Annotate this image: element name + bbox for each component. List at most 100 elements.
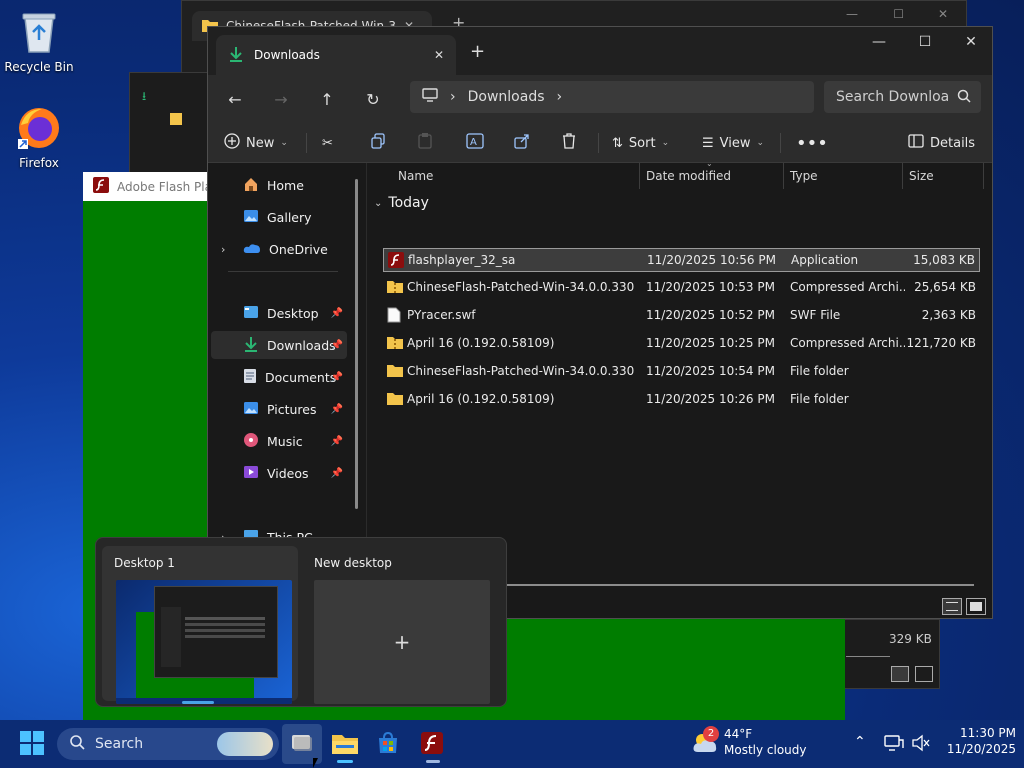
search-box[interactable]: Search Downloa [824,81,981,113]
chevron-right-icon[interactable]: › [221,243,225,256]
sort-button[interactable]: ⇅ Sort ⌄ [612,128,669,158]
details-pane-button[interactable]: Details [908,128,975,158]
navigation-bar: ← → ↑ ↻ › Downloads › Search Downloa [208,75,992,123]
sidebar-item-documents[interactable]: Documents 📌 [211,363,347,391]
pane-divider[interactable] [366,163,367,573]
onedrive-icon [243,242,261,257]
column-header-type[interactable]: Type [790,163,818,189]
breadcrumb-downloads[interactable]: Downloads [468,89,545,105]
sidebar-item-videos[interactable]: Videos 📌 [211,459,347,487]
command-bar: New ⌄ ✂ A ⇅ Sort ⌄ ☰ View ⌄ ••• Details [208,123,992,163]
group-header-today[interactable]: ⌄ Today [374,195,429,211]
horizontal-scrollbar[interactable] [504,584,974,586]
more-options-button[interactable]: ••• [796,128,828,158]
desktop-icon-recycle-bin[interactable]: Recycle Bin [1,8,77,74]
sidebar-item-desktop[interactable]: Desktop 📌 [211,299,347,327]
rename-button[interactable]: A [466,128,484,158]
file-row[interactable]: April 16 (0.192.0.58109) 11/20/2025 10:2… [383,332,980,356]
sidebar-item-music[interactable]: Music 📌 [211,427,347,455]
virtual-desktop-label: Desktop 1 [114,556,175,570]
running-indicator [426,760,440,763]
clock[interactable]: 11:30 PM 11/20/2025 [940,726,1016,762]
sidebar-item-label: Home [267,177,304,193]
copy-button[interactable] [370,128,386,158]
column-divider[interactable] [902,163,903,189]
sidebar-item-home[interactable]: Home [211,171,347,199]
column-header-name[interactable]: Name [398,163,433,189]
new-tab-icon[interactable]: + [470,41,485,62]
tab-downloads[interactable]: Downloads ✕ [216,35,456,75]
close-button[interactable]: ✕ [948,27,994,57]
file-row[interactable]: ChineseFlash-Patched-Win-34.0.0.330 11/2… [383,360,980,384]
virtual-desktop-1[interactable]: Desktop 1 [102,546,298,704]
sidebar-item-gallery[interactable]: Gallery [211,203,347,231]
network-icon[interactable] [884,734,904,755]
column-header-size[interactable]: Size [909,163,934,189]
minimize-icon[interactable]: — [846,7,858,21]
view-button[interactable]: ☰ View ⌄ [702,128,764,158]
file-row[interactable]: PYracer.swf 11/20/2025 10:52 PM SWF File… [383,304,980,328]
pin-icon[interactable]: 📌 [331,308,343,319]
taskbar-microsoft-store[interactable] [368,724,408,764]
details-view-button[interactable] [942,598,962,615]
sidebar-scrollbar[interactable] [355,179,358,509]
new-button[interactable]: New ⌄ [224,128,288,158]
add-desktop-button[interactable]: + [314,580,490,704]
refresh-button[interactable]: ↻ [350,81,396,117]
file-name: ChineseFlash-Patched-Win-34.0.0.330 [407,280,635,294]
close-icon[interactable]: ✕ [938,7,948,21]
new-desktop[interactable]: New desktop + [306,546,502,704]
pin-icon[interactable]: 📌 [331,436,343,447]
tiles-view-icon[interactable] [915,666,933,682]
pin-icon[interactable]: 📌 [331,340,343,351]
thumbnail-row [185,629,265,632]
taskbar-search[interactable]: Search [57,728,279,760]
close-tab-icon[interactable]: ✕ [434,48,444,62]
pin-icon[interactable]: 📌 [331,372,343,383]
weather-condition: Mostly cloudy [724,743,807,757]
taskbar-flash-player[interactable] [412,724,452,764]
background-explorer-window-2[interactable]: ⭳ [129,72,219,182]
address-bar[interactable]: › Downloads › [410,81,814,113]
start-button[interactable] [12,724,52,764]
maximize-icon[interactable]: ☐ [893,7,904,21]
tiles-view-button[interactable] [966,598,986,615]
mouse-cursor [313,758,323,768]
background-explorer-window-3[interactable]: 329 KB [843,619,940,689]
show-hidden-icons-chevron-up-icon[interactable]: ⌃ [854,734,866,750]
sidebar-item-downloads[interactable]: Downloads 📌 [211,331,347,359]
minimize-button[interactable]: — [856,27,902,57]
column-divider[interactable] [983,163,984,189]
column-divider[interactable] [639,163,640,189]
file-row[interactable]: ChineseFlash-Patched-Win-34.0.0.330 11/2… [383,276,980,300]
file-date: 11/20/2025 10:53 PM [646,280,775,294]
forward-button[interactable]: → [258,81,304,117]
scrollbar[interactable] [846,656,890,657]
column-divider[interactable] [783,163,784,189]
file-explorer-window[interactable]: Downloads ✕ + — ☐ ✕ ← → ↑ ↻ › Downloads … [207,26,993,619]
sidebar-item-pictures[interactable]: Pictures 📌 [211,395,347,423]
rename-icon: A [466,133,484,153]
paste-button[interactable] [418,128,432,158]
pin-icon[interactable]: 📌 [331,404,343,415]
sidebar-item-onedrive[interactable]: › OneDrive [211,235,347,263]
details-view-icon[interactable] [891,666,909,682]
desktop-icon-firefox[interactable]: Firefox [1,104,77,170]
back-button[interactable]: ← [212,81,258,117]
weather-widget[interactable]: 2 44°F Mostly cloudy [690,726,820,762]
column-header-date[interactable]: Date modified [646,163,731,189]
file-row[interactable]: April 16 (0.192.0.58109) 11/20/2025 10:2… [383,388,980,412]
maximize-button[interactable]: ☐ [902,27,948,57]
chevron-down-icon: ⌄ [661,138,670,148]
sidebar-item-label: Videos [267,465,309,481]
delete-button[interactable] [562,128,576,158]
volume-muted-icon[interactable] [911,734,931,755]
share-button[interactable] [514,128,530,158]
chevron-right-icon[interactable]: › [557,89,563,105]
up-button[interactable]: ↑ [304,81,350,117]
pin-icon[interactable]: 📌 [331,468,343,479]
view-list-icon: ☰ [702,135,714,151]
cut-button[interactable]: ✂ [322,128,333,158]
taskbar-file-explorer[interactable] [325,724,365,764]
file-row[interactable]: flashplayer_32_sa 11/20/2025 10:56 PM Ap… [383,248,980,272]
